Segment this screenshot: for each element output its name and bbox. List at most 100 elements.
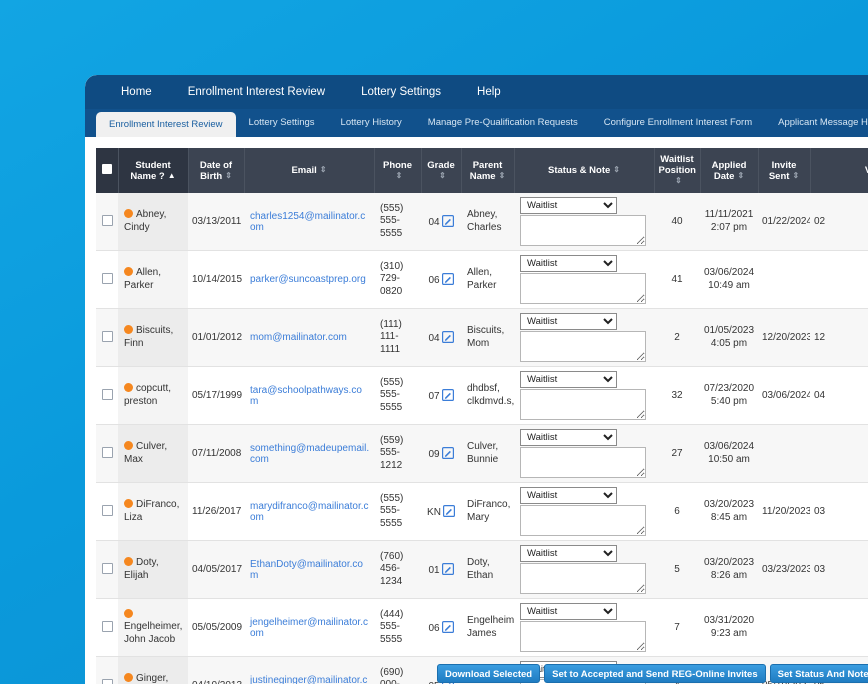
topnav-item-home[interactable]: Home	[103, 75, 170, 109]
row-checkbox[interactable]	[101, 504, 113, 516]
note-textarea[interactable]	[520, 331, 646, 362]
header-grade[interactable]: Grade⇕	[421, 148, 462, 193]
header-email[interactable]: Email ⇕	[244, 148, 375, 193]
row-select-cell[interactable]	[96, 193, 118, 251]
row-select-cell[interactable]	[96, 540, 118, 599]
note-textarea[interactable]	[520, 563, 646, 594]
row-checkbox[interactable]	[101, 620, 113, 632]
grade-cell: 09	[421, 424, 461, 483]
header-select-all[interactable]	[96, 148, 119, 193]
row-checkbox[interactable]	[101, 678, 113, 684]
topnav-item-lottery-settings[interactable]: Lottery Settings	[343, 75, 459, 109]
row-select-cell[interactable]	[96, 482, 118, 541]
row-checkbox[interactable]	[101, 330, 113, 342]
header-phone[interactable]: Phone⇕	[374, 148, 422, 193]
tab-manage-pre-qualification-requests[interactable]: Manage Pre-Qualification Requests	[415, 109, 591, 137]
header-grade-label: Grade	[427, 159, 455, 171]
grade-value: 04	[428, 333, 440, 344]
table-header: Student Name ? ▲ Date of Birth ⇕ Email ⇕ Ph…	[96, 148, 868, 193]
status-select[interactable]: WaitlistAcceptedPendingDeclinedEnrolled	[520, 429, 617, 446]
edit-pencil-icon[interactable]	[441, 389, 454, 401]
edit-pencil-icon[interactable]	[441, 273, 454, 285]
row-select-cell[interactable]	[96, 656, 118, 684]
invite-sent-cell: 01/22/2024	[758, 193, 810, 251]
grade-value: 07	[428, 391, 440, 402]
tab-applicant-message-history[interactable]: Applicant Message History	[765, 109, 868, 137]
status-select[interactable]: WaitlistAcceptedPendingDeclinedEnrolled	[520, 545, 617, 562]
tab-configure-enrollment-interest-form[interactable]: Configure Enrollment Interest Form	[591, 109, 765, 137]
tab-lottery-history[interactable]: Lottery History	[328, 109, 415, 137]
email-link[interactable]: charles1254@mailinator.com	[250, 211, 365, 233]
header-status-note[interactable]: Status & Note ⇕	[514, 148, 655, 193]
table-scroll-container[interactable]: Student Name ? ▲ Date of Birth ⇕ Email ⇕ Ph…	[96, 148, 868, 684]
applied-date-cell: 03/06/2024 10:49 am	[700, 250, 758, 309]
edit-pencil-icon[interactable]	[441, 447, 454, 459]
email-link[interactable]: mom@mailinator.com	[250, 332, 347, 343]
truncated-column-cell	[810, 424, 868, 483]
row-checkbox[interactable]	[101, 562, 113, 574]
status-note-cell: WaitlistAcceptedPendingDeclinedEnrolled	[514, 424, 654, 483]
content-area: Student Name ? ▲ Date of Birth ⇕ Email ⇕ Ph…	[85, 137, 868, 684]
email-link[interactable]: jengelheimer@mailinator.com	[250, 617, 368, 639]
student-name-cell: copcutt, preston	[118, 366, 188, 425]
phone-cell: (111) 111-1111	[374, 308, 421, 367]
header-student-name[interactable]: Student Name ? ▲	[118, 148, 189, 193]
row-checkbox[interactable]	[101, 214, 113, 226]
email-cell: jengelheimer@mailinator.com	[244, 598, 374, 657]
row-checkbox[interactable]	[101, 272, 113, 284]
row-select-cell[interactable]	[96, 366, 118, 425]
email-cell: tara@schoolpathways.com	[244, 366, 374, 425]
email-link[interactable]: justineginger@mailinator.com	[250, 675, 367, 684]
email-link[interactable]: marydifranco@mailinator.com	[250, 501, 369, 523]
header-waitlist-position[interactable]: Waitlist Position⇕	[654, 148, 701, 193]
note-textarea[interactable]	[520, 273, 646, 304]
row-checkbox[interactable]	[101, 446, 113, 458]
status-select[interactable]: WaitlistAcceptedPendingDeclinedEnrolled	[520, 255, 617, 272]
header-date-of-birth[interactable]: Date of Birth ⇕	[188, 148, 245, 193]
status-select[interactable]: WaitlistAcceptedPendingDeclinedEnrolled	[520, 487, 617, 504]
note-textarea[interactable]	[520, 505, 646, 536]
edit-pencil-icon[interactable]	[442, 505, 455, 517]
edit-pencil-icon[interactable]	[441, 215, 454, 227]
row-select-cell[interactable]	[96, 308, 118, 367]
email-link[interactable]: EthanDoty@mailinator.com	[250, 559, 363, 581]
row-checkbox[interactable]	[101, 388, 113, 400]
download-selected-button[interactable]: Download Selected	[437, 664, 541, 683]
row-select-cell[interactable]	[96, 250, 118, 309]
email-link[interactable]: parker@suncoastprep.org	[250, 274, 366, 285]
note-textarea[interactable]	[520, 215, 646, 246]
row-select-cell[interactable]	[96, 598, 118, 657]
parent-name-cell: dhdbsf, clkdmvd.s,	[461, 366, 514, 425]
student-name-text: Engelheimer, John Jacob	[124, 621, 183, 645]
edit-pencil-icon[interactable]	[441, 331, 454, 343]
note-textarea[interactable]	[520, 389, 646, 420]
tab-enrollment-interest-review[interactable]: Enrollment Interest Review	[96, 112, 236, 137]
table-row: copcutt, preston 05/17/1999 tara@schoolpat…	[96, 366, 868, 425]
waitlist-position-cell: 7	[654, 598, 700, 657]
status-select[interactable]: WaitlistAcceptedPendingDeclinedEnrolled	[520, 197, 617, 214]
grade-value: 06	[428, 623, 440, 634]
topnav-item-help[interactable]: Help	[459, 75, 519, 109]
select-all-checkbox[interactable]	[101, 164, 112, 174]
applied-date-cell: 01/05/2023 4:05 pm	[700, 308, 758, 367]
table-header-row: Student Name ? ▲ Date of Birth ⇕ Email ⇕ Ph…	[96, 148, 868, 193]
row-select-cell[interactable]	[96, 424, 118, 483]
tab-lottery-settings[interactable]: Lottery Settings	[236, 109, 328, 137]
edit-pencil-icon[interactable]	[441, 621, 454, 633]
status-select[interactable]: WaitlistAcceptedPendingDeclinedEnrolled	[520, 313, 617, 330]
header-truncated-column[interactable]: V	[810, 148, 868, 193]
status-select[interactable]: WaitlistAcceptedPendingDeclinedEnrolled	[520, 371, 617, 388]
note-textarea[interactable]	[520, 447, 646, 478]
edit-pencil-icon[interactable]	[441, 563, 454, 575]
sort-ascending-icon: ▲	[167, 170, 176, 180]
header-invite-sent[interactable]: Invite Sent ⇕	[758, 148, 811, 193]
set-status-and-note-button[interactable]: Set Status And Note	[769, 664, 868, 683]
header-parent-name[interactable]: Parent Name ⇕	[461, 148, 515, 193]
topnav-item-enrollment-interest-review[interactable]: Enrollment Interest Review	[170, 75, 343, 109]
note-textarea[interactable]	[520, 621, 646, 652]
set-accepted-send-invites-button[interactable]: Set to Accepted and Send REG-Online Invi…	[544, 664, 766, 683]
email-link[interactable]: tara@schoolpathways.com	[250, 385, 362, 407]
status-select[interactable]: WaitlistAcceptedPendingDeclinedEnrolled	[520, 603, 617, 620]
header-applied-date[interactable]: Applied Date ⇕	[700, 148, 759, 193]
email-link[interactable]: something@madeupemail.com	[250, 443, 369, 465]
